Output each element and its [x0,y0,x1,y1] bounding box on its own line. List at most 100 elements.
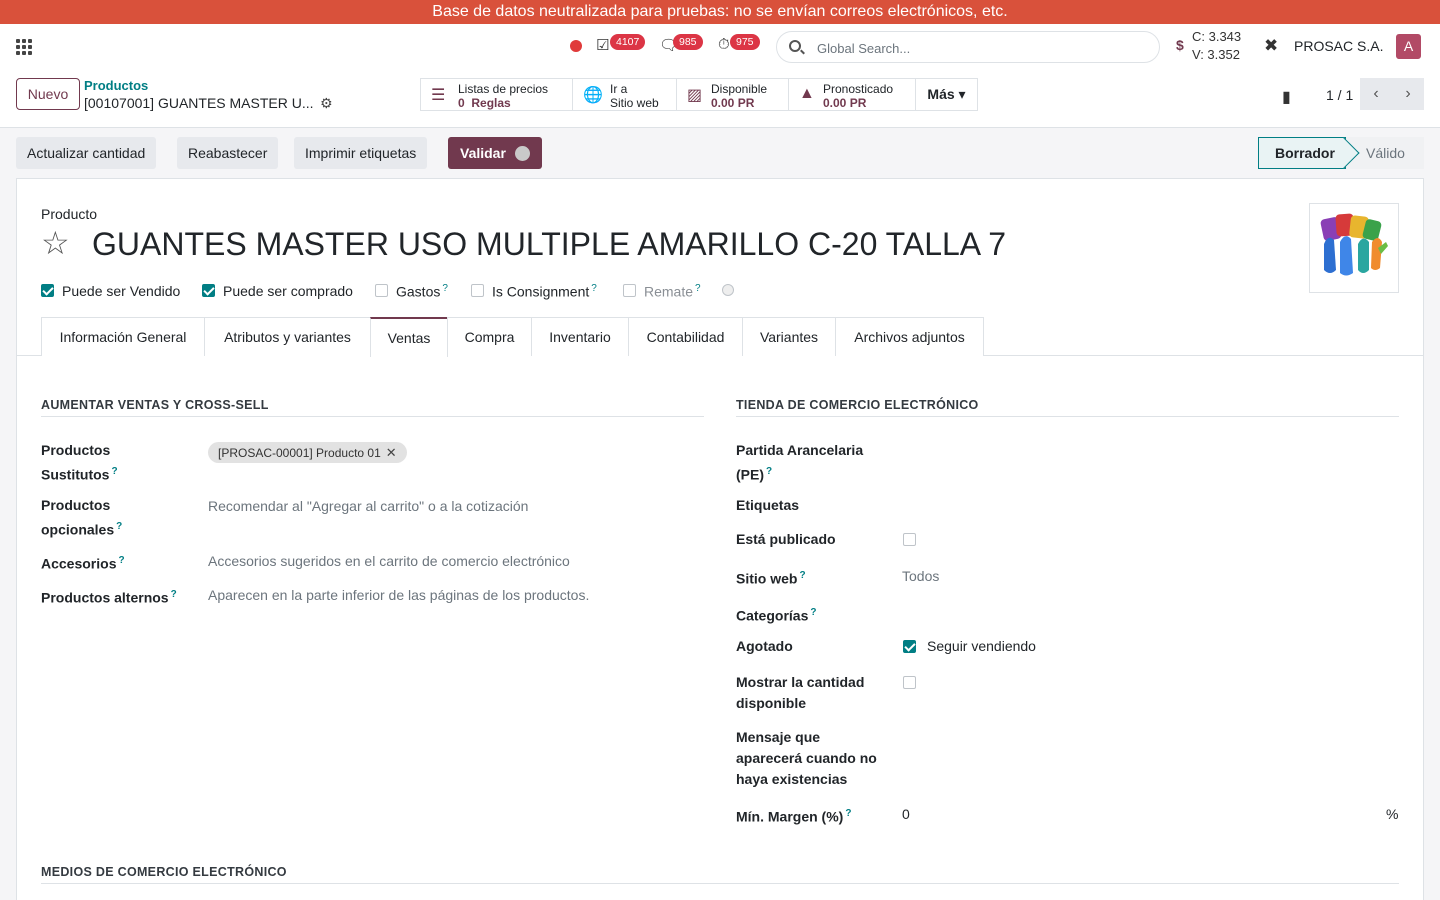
help-tooltip-icon[interactable]: ? [171,589,177,600]
substitute-product-tag[interactable]: [PROSAC-00001] Producto 01 ✕ [208,442,407,463]
smart-sublabel: Reglas [471,96,511,110]
tab-accounting[interactable]: Contabilidad [628,317,743,356]
exchange-rates: C: 3.343 V: 3.352 [1192,28,1241,64]
accessories-input[interactable]: Accesorios sugeridos en el carrito de co… [208,551,570,572]
product-name[interactable]: GUANTES MASTER USO MULTIPLE AMARILLO C-2… [92,226,1006,263]
help-tooltip-icon[interactable]: ? [116,521,122,532]
help-tooltip-icon[interactable]: ? [118,555,124,566]
recording-indicator-icon[interactable] [570,40,582,52]
min-margin-input[interactable]: 0 [902,804,910,825]
status-circle-icon [722,284,734,296]
accessories-label: Accesorios? [41,555,125,572]
go-to-website-smart-button[interactable]: 🌐 Ir a Sitio web [572,78,677,111]
consignment-label: Is Consignment [492,283,590,300]
more-smart-buttons-dropdown[interactable]: Más ▾ [915,78,978,111]
pricelists-smart-button[interactable]: ☰ Listas de precios 0 Reglas [420,78,573,111]
tab-variants[interactable]: Variantes [742,317,836,356]
list-icon: ☰ [431,87,446,104]
approver-avatar-icon [515,146,530,161]
can-be-purchased-label: Puede ser comprado [223,283,353,299]
substitutes-label: Productos Sustitutos? [41,442,118,483]
tab-purchase[interactable]: Compra [447,317,532,356]
help-tooltip-icon[interactable]: ? [695,283,701,294]
rate-venta: V: 3.352 [1192,47,1240,62]
favorite-star-icon[interactable]: ☆ [41,225,70,261]
smart-sublabel: Sitio web [610,96,659,110]
debug-tools-icon[interactable]: ✖ [1264,36,1278,56]
tab-general-info[interactable]: Información General [41,317,205,356]
area-chart-icon: ▲ [799,85,815,102]
remove-tag-icon[interactable]: ✕ [386,445,397,460]
help-tooltip-icon[interactable]: ? [766,466,772,477]
website-select[interactable]: Todos [902,566,939,587]
is-published-checkbox[interactable] [903,533,916,546]
breadcrumb-current-record: [00107001] GUANTES MASTER U... [84,95,314,111]
help-tooltip-icon[interactable]: ? [591,283,597,294]
smart-value: 0.00 PR [711,96,755,110]
validate-label: Validar [460,145,506,161]
global-search-input[interactable] [817,38,1147,58]
ecommerce-media-section-title: MEDIOS DE COMERCIO ELECTRÓNICO [41,865,1399,884]
global-search[interactable] [776,31,1160,63]
upsell-section-title: AUMENTAR VENTAS Y CROSS-SELL [41,398,704,417]
pager-next-button[interactable]: › [1392,78,1424,110]
apps-menu-icon[interactable] [16,39,32,55]
status-bar: Actualizar cantidad Reabastecer Imprimir… [0,128,1440,178]
alternative-products-label: Productos alternos? [41,589,177,606]
replenish-button[interactable]: Reabastecer [177,137,279,169]
update-quantity-button[interactable]: Actualizar cantidad [16,137,157,169]
company-switcher[interactable]: PROSAC S.A. [1294,38,1383,54]
percent-sign: % [1386,806,1399,822]
new-record-button[interactable]: Nuevo [16,78,80,110]
smart-value: 0.00 PR [823,96,867,110]
cubes-icon: ▨ [687,87,703,104]
ecommerce-section-title: TIENDA DE COMERCIO ELECTRÓNICO [736,398,1399,417]
user-avatar[interactable]: A [1396,34,1421,59]
expenses-label: Gastos [396,283,441,300]
control-panel: Nuevo Productos [00107001] GUANTES MASTE… [0,70,1440,128]
continue-selling-checkbox[interactable] [903,640,916,653]
website-label: Sitio web? [736,570,806,587]
search-icon [789,40,801,52]
alternative-products-input[interactable]: Aparecen en la parte inferior de las pág… [208,585,589,606]
tab-attachments[interactable]: Archivos adjuntos [835,317,984,356]
is-published-label: Está publicado [736,531,836,547]
tab-attributes-variants[interactable]: Atributos y variantes [204,317,371,356]
pager-previous-button[interactable]: ‹ [1360,78,1392,110]
help-tooltip-icon[interactable]: ? [111,466,117,477]
validate-button[interactable]: Validar [448,137,542,169]
neutralized-db-banner: Base de datos neutralizada para pruebas:… [0,0,1440,24]
stage-draft[interactable]: Borrador [1258,137,1346,169]
on-hand-smart-button[interactable]: ▨ Disponible 0.00 PR [676,78,789,111]
tab-inventory[interactable]: Inventario [531,317,629,356]
help-tooltip-icon[interactable]: ? [810,607,816,618]
bookmark-icon[interactable]: ▮ [1282,87,1291,107]
tariff-code-label: Partida Arancelaria (PE)? [736,442,864,483]
globe-icon: 🌐 [583,87,603,104]
tab-sales[interactable]: Ventas [370,317,448,357]
optional-products-input[interactable]: Recomendar al "Agregar al carrito" o a l… [208,496,528,517]
smart-label: Ir a [610,82,628,96]
smart-label: Disponible [711,82,768,96]
print-labels-button[interactable]: Imprimir etiquetas [294,137,428,169]
out-of-stock-label: Agotado [736,638,793,654]
product-image[interactable] [1309,203,1399,293]
breadcrumb-products-link[interactable]: Productos [84,78,148,93]
substitute-tag-label: [PROSAC-00001] Producto 01 [218,446,381,460]
help-tooltip-icon[interactable]: ? [442,283,448,294]
record-actions-gear-icon[interactable]: ⚙ [320,95,333,112]
forecasted-smart-button[interactable]: ▲ Pronosticado 0.00 PR [788,78,916,111]
ecommerce-tags-label: Etiquetas [736,497,800,513]
top-navbar: ☑ 4107 🗨 985 ⏱ 975 $ C: 3.343 V: 3.352 ✖… [0,24,1440,70]
help-tooltip-icon[interactable]: ? [799,570,805,581]
more-label: Más [927,86,955,102]
min-margin-label: Mín. Margen (%)? [736,808,852,825]
pager-value[interactable]: 1 / 1 [1326,87,1353,103]
help-tooltip-icon[interactable]: ? [845,808,851,819]
smart-count: 0 [458,96,465,110]
messages-count-badge: 985 [673,34,703,50]
show-available-qty-checkbox[interactable] [903,676,916,689]
currency-dollar-icon: $ [1176,37,1184,53]
out-of-stock-message-label: Mensaje que aparecerá cuando no haya exi… [736,729,877,787]
smart-label: Listas de precios [458,82,549,96]
